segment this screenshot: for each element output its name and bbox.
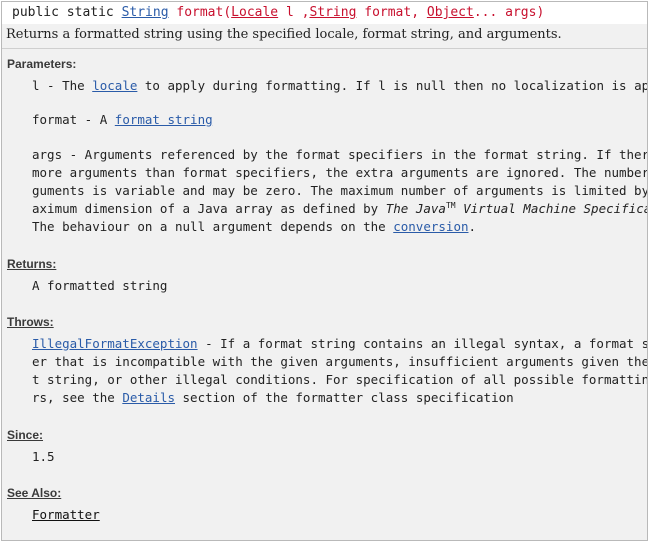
jvm-spec-title-rest: Virtual Machine Specification (463, 201, 647, 216)
method-summary: Returns a formatted string using the spe… (6, 27, 562, 42)
returns-text: A formatted string (32, 278, 168, 293)
param-args-line5-suffix: . (468, 219, 477, 234)
param-l-desc: l - The locale to apply during formattin… (32, 77, 648, 95)
param-l-suffix: to apply during formatting. If l is null… (137, 78, 648, 93)
method-name: format( (168, 5, 232, 20)
param-type-object-link[interactable]: Object (427, 5, 474, 20)
param-args-line5-prefix: The behaviour on a null argument depends… (32, 219, 394, 234)
throws-desc: IllegalFormatException - If a format str… (32, 335, 648, 407)
throws-line: er that is incompatible with the given a… (32, 354, 648, 369)
since-header: Since: (7, 428, 44, 442)
param-format-prefix: format - A (32, 112, 115, 127)
locale-link[interactable]: locale (92, 78, 137, 93)
param-name-l: l , (278, 5, 310, 20)
conversion-link[interactable]: conversion (393, 219, 468, 234)
throws-header: Throws: (7, 315, 54, 329)
param-args-line4-prefix: aximum dimension of a Java array as defi… (32, 201, 386, 216)
param-l-prefix: l - The (32, 78, 93, 93)
illegal-format-exception-link[interactable]: IllegalFormatException (32, 336, 198, 351)
returns-header: Returns: (7, 257, 57, 271)
param-name-format: format, (356, 5, 427, 20)
throws-line1-suffix: - If a format string contains an illegal… (197, 336, 648, 351)
see-also-header: See Also: (7, 486, 62, 500)
divider (2, 48, 647, 49)
param-type-locale-link[interactable]: Locale (231, 5, 278, 20)
param-format-desc: format - A format string (32, 111, 647, 129)
throws-line: t string, or other illegal conditions. F… (32, 372, 648, 387)
param-args-line: args - Arguments referenced by the forma… (32, 147, 648, 162)
signature-prefix: public static (12, 5, 122, 20)
method-detail-panel: public static String format(Locale l ,St… (1, 1, 648, 541)
param-args-line: more arguments than format specifiers, t… (32, 165, 648, 180)
return-type-link[interactable]: String (122, 5, 169, 20)
details-link[interactable]: Details (122, 390, 175, 405)
throws-line4-prefix: rs, see the (32, 390, 123, 405)
see-also-desc: Formatter (32, 506, 647, 524)
param-args-desc: args - Arguments referenced by the forma… (32, 146, 648, 236)
parameters-header: Parameters: (7, 57, 77, 71)
param-name-args: ... args) (473, 5, 545, 20)
since-desc: 1.5 (32, 448, 647, 466)
since-text: 1.5 (32, 449, 55, 464)
param-args-line: guments is variable and may be zero. The… (32, 183, 648, 198)
returns-desc: A formatted string (32, 277, 647, 295)
method-signature: public static String format(Locale l ,St… (2, 2, 647, 24)
format-string-link[interactable]: format string (115, 112, 213, 127)
param-type-string-link[interactable]: String (309, 5, 356, 20)
jvm-spec-title: The Java (385, 201, 446, 216)
formatter-link[interactable]: Formatter (32, 507, 100, 522)
trademark-mark: TM (445, 200, 456, 210)
throws-line4-suffix: section of the formatter class specifica… (175, 390, 514, 405)
